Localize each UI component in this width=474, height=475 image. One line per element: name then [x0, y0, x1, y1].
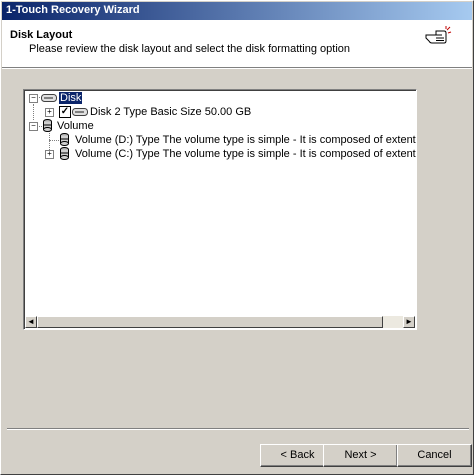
- tree-node-volume[interactable]: Volume: [57, 119, 94, 133]
- wizard-header: Disk Layout Please review the disk layou…: [2, 20, 472, 68]
- tree-connector: [33, 104, 34, 120]
- tree-node-volume-c[interactable]: Volume (C:) Type The volume type is simp…: [75, 147, 416, 161]
- tree-node-volume-d[interactable]: Volume (D:) Type The volume type is simp…: [75, 133, 416, 147]
- page-subtitle: Please review the disk layout and select…: [29, 43, 351, 55]
- tree-node-disk-label: Disk: [59, 92, 83, 104]
- tree-node-disk2-label: Disk 2 Type Basic Size 50.00 GB: [90, 106, 252, 118]
- scroll-left-button[interactable]: ◄: [25, 316, 37, 328]
- disk-layout-tree[interactable]: − Disk + ✓ Disk 2 Type Basic Size 50.00 …: [23, 89, 417, 330]
- tree-node-volume-d-label: Volume (D:) Type The volume type is simp…: [75, 134, 416, 146]
- tree-node-volume-c-label: Volume (C:) Type The volume type is simp…: [75, 148, 416, 160]
- tree-node-volume-label: Volume: [57, 120, 94, 132]
- tree-node-disk[interactable]: Disk: [59, 91, 83, 105]
- tree-connector: [49, 140, 59, 141]
- pointing-hand-icon: [425, 26, 452, 44]
- disk-collapse-toggle[interactable]: −: [29, 94, 38, 103]
- disk-drive-icon: [72, 108, 88, 116]
- scroll-thumb[interactable]: [37, 316, 383, 328]
- volume-collapse-toggle[interactable]: −: [29, 122, 38, 131]
- window-title: 1-Touch Recovery Wizard: [6, 4, 140, 16]
- disk-drive-icon: [41, 94, 57, 102]
- scroll-right-button[interactable]: ►: [403, 316, 415, 328]
- horizontal-scrollbar[interactable]: ◄ ►: [25, 316, 415, 328]
- volume-cylinder-icon: [60, 133, 69, 146]
- footer-separator: [7, 428, 469, 430]
- volume-cylinder-icon: [60, 147, 69, 160]
- next-button[interactable]: Next >: [323, 444, 398, 467]
- disk2-checkbox[interactable]: ✓: [59, 106, 71, 118]
- header-divider: [2, 68, 472, 69]
- disk2-expand-toggle[interactable]: +: [45, 108, 54, 117]
- wizard-window: 1-Touch Recovery Wizard Disk Layout Plea…: [0, 0, 474, 475]
- volume-c-expand-toggle[interactable]: +: [45, 150, 54, 159]
- page-title: Disk Layout: [10, 29, 73, 41]
- volume-cylinder-icon: [43, 119, 52, 132]
- tree-node-disk2[interactable]: Disk 2 Type Basic Size 50.00 GB: [90, 105, 251, 119]
- cancel-button[interactable]: Cancel: [397, 444, 472, 467]
- title-bar[interactable]: 1-Touch Recovery Wizard: [2, 2, 472, 20]
